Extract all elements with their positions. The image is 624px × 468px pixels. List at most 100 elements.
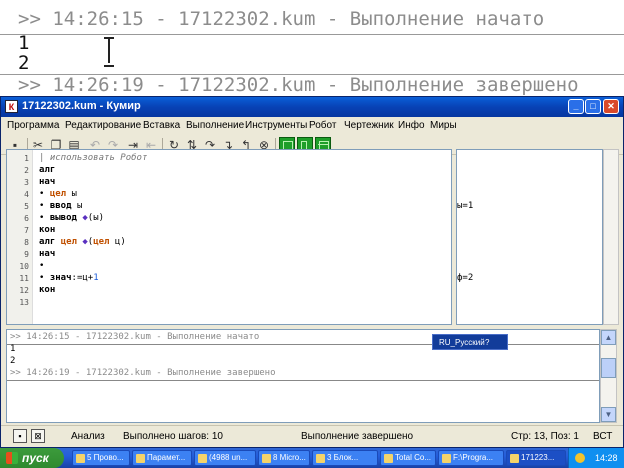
code-number: 1 xyxy=(93,273,99,283)
code-text: ы xyxy=(66,189,77,199)
clock[interactable]: 14:28 xyxy=(595,453,618,463)
taskbar-button[interactable]: (4988 un... xyxy=(194,450,256,466)
output-line: 2 xyxy=(10,356,16,366)
line-number: 3 xyxy=(24,178,29,187)
menu-program[interactable]: Программа xyxy=(7,120,59,131)
code-text: ц) xyxy=(109,237,126,247)
code-line-11: • знач:=ц+1 xyxy=(39,273,99,283)
menu-run[interactable]: Выполнение xyxy=(186,120,244,131)
taskbar-button[interactable]: 3 Блок... xyxy=(312,450,378,466)
taskbar-button[interactable]: Total Co... xyxy=(380,450,436,466)
output-pane[interactable]: >> 14:26:15 - 17122302.kum - Выполнение … xyxy=(6,329,600,423)
code-line-12: кон xyxy=(39,285,55,295)
close-output-icon[interactable]: ⊠ xyxy=(31,429,45,443)
status-steps: Выполнено шагов: 10 xyxy=(123,431,223,442)
menu-draftsman[interactable]: Чертежник xyxy=(344,120,394,131)
kumir-app-icon[interactable]: К xyxy=(5,100,18,113)
text-cursor-icon xyxy=(104,37,114,67)
code-bullet: • xyxy=(39,189,45,199)
taskbar-button-active[interactable]: 171223... xyxy=(506,450,566,466)
code-text: :=ц+ xyxy=(71,273,94,283)
maximize-button[interactable]: □ xyxy=(585,99,601,114)
code-bullet: • xyxy=(39,261,45,271)
zoom-divider xyxy=(0,34,624,35)
taskbar-button[interactable]: Парамет... xyxy=(132,450,192,466)
code-keyword: нач xyxy=(39,177,56,187)
scroll-down-icon[interactable]: ▼ xyxy=(601,407,616,422)
output-divider xyxy=(7,344,599,345)
status-bar: ▪ ⊠ Анализ Выполнено шагов: 10 Выполнени… xyxy=(1,425,623,447)
values-margin: ы=1 ф=2 xyxy=(456,149,603,325)
code-bullet: • xyxy=(39,201,45,211)
code-keyword: нач xyxy=(39,249,56,259)
margin-value: ф=2 xyxy=(457,273,474,283)
system-tray: 14:28 xyxy=(568,448,624,468)
tray-icon[interactable] xyxy=(575,453,585,463)
taskbar-button[interactable]: 5 Прово... xyxy=(72,450,130,466)
code-line-5: • ввод ы xyxy=(39,201,82,211)
menu-insert[interactable]: Вставка xyxy=(143,120,180,131)
line-number: 2 xyxy=(24,166,29,175)
line-number: 4 xyxy=(24,190,29,199)
menu-bar: Программа Редактирование Вставка Выполне… xyxy=(1,117,623,135)
zoom-line-1: 1 xyxy=(18,32,30,54)
code-line-2: алг xyxy=(39,165,55,175)
line-number: 6 xyxy=(24,214,29,223)
line-number: 5 xyxy=(24,202,29,211)
language-bar[interactable]: RU_Русский ? xyxy=(432,334,508,350)
code-bullet: • xyxy=(39,273,45,283)
status-state: Выполнение завершено xyxy=(301,431,414,442)
code-keyword: алг xyxy=(39,165,56,175)
code-keyword: ввод xyxy=(49,201,72,211)
code-line-6: • вывод ◆(ы) xyxy=(39,213,104,223)
zoom-line-start: >> 14:26:15 - 17122302.kum - Выполнение … xyxy=(18,8,545,30)
code-line-10: • xyxy=(39,261,44,271)
code-line-3: нач xyxy=(39,177,55,187)
taskbar-button[interactable]: 8 Micro... xyxy=(258,450,310,466)
code-type: цел xyxy=(60,237,77,247)
output-divider xyxy=(7,380,599,381)
scroll-up-icon[interactable]: ▲ xyxy=(601,330,616,345)
code-text: (ы) xyxy=(87,213,105,223)
zoom-line-end: >> 14:26:19 - 17122302.kum - Выполнение … xyxy=(18,74,579,96)
code-type: цел xyxy=(49,189,67,199)
title-bar[interactable]: К 17122302.kum - Кумир _ □ ✕ xyxy=(1,97,623,117)
line-number: 11 xyxy=(19,274,29,283)
window-title: 17122302.kum - Кумир xyxy=(22,100,141,112)
code-keyword: знач xyxy=(49,273,72,283)
start-button[interactable]: пуск xyxy=(0,448,64,468)
close-button[interactable]: ✕ xyxy=(603,99,619,114)
menu-robot[interactable]: Робот xyxy=(309,120,336,131)
save-status-icon[interactable]: ▪ xyxy=(13,429,27,443)
taskbar-button[interactable]: F:\Progra... xyxy=(438,450,504,466)
menu-worlds[interactable]: Миры xyxy=(430,120,457,131)
output-line-end: >> 14:26:19 - 17122302.kum - Выполнение … xyxy=(10,368,276,378)
line-number: 1 xyxy=(24,154,29,163)
code-bullet: • xyxy=(39,213,45,223)
line-number: 10 xyxy=(19,262,29,271)
line-number: 12 xyxy=(19,286,29,295)
code-line-4: • цел ы xyxy=(39,189,77,199)
editor-scrollbar[interactable] xyxy=(603,149,619,325)
menu-tools[interactable]: Инструменты xyxy=(245,120,307,131)
zoom-line-2: 2 xyxy=(18,52,30,74)
menu-info[interactable]: Инфо xyxy=(398,120,425,131)
windows-logo-icon xyxy=(6,452,18,464)
code-editor[interactable]: 1 2 3 4 5 6 7 8 9 10 11 12 13 | использо… xyxy=(6,149,452,325)
output-line-start: >> 14:26:15 - 17122302.kum - Выполнение … xyxy=(10,332,260,342)
status-insert-mode: ВСТ xyxy=(593,431,613,442)
menu-edit[interactable]: Редактирование xyxy=(65,120,141,131)
code-line-9: нач xyxy=(39,249,55,259)
help-icon[interactable]: ? xyxy=(485,338,489,347)
code-line-1: | использовать Робот xyxy=(39,153,147,163)
code-keyword: алг xyxy=(39,237,56,247)
status-position: Стр: 13, Поз: 1 xyxy=(511,431,579,442)
language-indicator[interactable]: RU_Русский xyxy=(439,338,485,347)
code-keyword: кон xyxy=(39,285,56,295)
output-scrollbar[interactable]: ▲ ▼ xyxy=(600,329,617,423)
taskbar: пуск 5 Прово... Парамет... (4988 un... 8… xyxy=(0,448,624,468)
minimize-button[interactable]: _ xyxy=(568,99,584,114)
output-line: 1 xyxy=(10,344,16,354)
scroll-thumb[interactable] xyxy=(601,358,616,378)
line-number: 8 xyxy=(24,238,29,247)
